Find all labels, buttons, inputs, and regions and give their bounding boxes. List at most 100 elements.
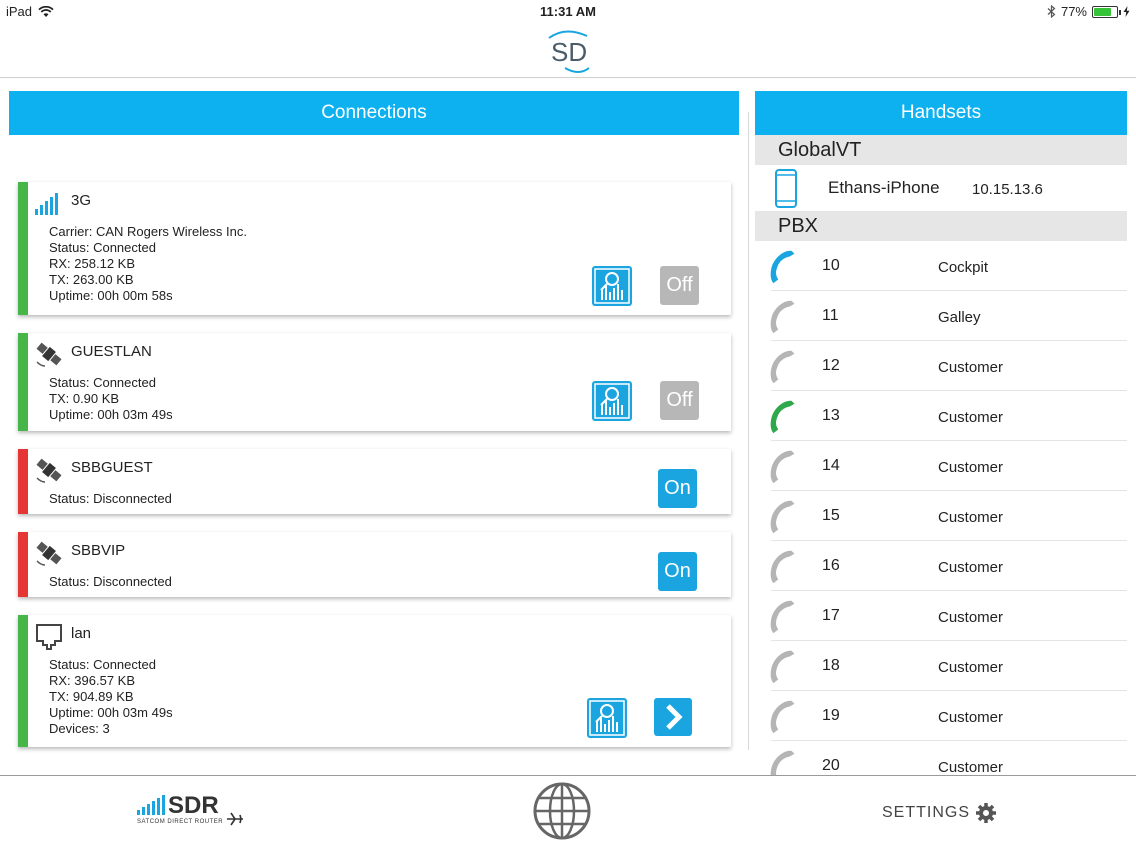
app-header: SD [0, 24, 1136, 78]
extension-row[interactable]: 12 Customer [770, 341, 1127, 391]
settings-button[interactable]: SETTINGS [882, 802, 997, 824]
extension-name: Customer [938, 659, 1004, 676]
stats-graph-button[interactable] [587, 698, 627, 738]
sdr-subtext: SATCOM DIRECT ROUTER [137, 819, 224, 825]
connection-name: 3G [71, 192, 92, 209]
phone-handset-icon [770, 300, 795, 334]
bottom-toolbar: SDR SATCOM DIRECT ROUTER SETTINGS [0, 775, 1136, 852]
extension-name: Cockpit [938, 259, 989, 276]
rx-text: RX: 396.57 KB [49, 673, 135, 688]
uptime-text: Uptime: 00h 00m 58s [49, 288, 173, 303]
satellite-icon [36, 458, 62, 483]
extension-name: Customer [938, 759, 1004, 775]
uptime-text: Uptime: 00h 03m 49s [49, 705, 173, 720]
details-arrow-button[interactable] [654, 698, 692, 736]
extension-row[interactable]: 19 Customer [770, 691, 1127, 741]
globe-icon[interactable] [532, 781, 592, 841]
status-bar-right: 77% [1047, 4, 1130, 19]
chart-magnify-icon [594, 383, 630, 419]
globalvt-section-header: GlobalVT [755, 135, 1127, 165]
global-device-row[interactable]: Ethans-iPhone 10.15.13.6 [755, 165, 1127, 211]
status-text: Status: Disconnected [49, 491, 172, 506]
phone-handset-icon [770, 650, 795, 684]
extension-row[interactable]: 18 Customer [770, 641, 1127, 691]
satellite-icon [36, 541, 62, 566]
connection-toggle-button[interactable]: Off [660, 381, 699, 420]
clock: 11:31 AM [540, 4, 596, 19]
status-text: Status: Connected [49, 657, 156, 672]
rx-text: RX: 258.12 KB [49, 256, 135, 271]
device-ip: 10.15.13.6 [972, 181, 1043, 198]
extension-name: Customer [938, 709, 1004, 726]
tx-text: TX: 263.00 KB [49, 272, 134, 287]
extension-number: 16 [822, 557, 840, 574]
connection-toggle-button[interactable]: On [658, 552, 697, 591]
extension-number: 17 [822, 607, 840, 624]
stats-graph-button[interactable] [592, 266, 632, 306]
chart-magnify-icon [594, 268, 630, 304]
connection-details: Status: Connected RX: 396.57 KB TX: 904.… [49, 657, 173, 737]
phone-handset-icon [770, 250, 795, 284]
connection-card-3g[interactable]: 3G Carrier: CAN Rogers Wireless Inc. Sta… [18, 182, 731, 315]
gear-icon [976, 803, 997, 823]
extension-row[interactable]: 14 Customer [770, 441, 1127, 491]
extension-row[interactable]: 15 Customer [770, 491, 1127, 541]
extension-number: 13 [822, 407, 840, 424]
phone-handset-icon [770, 450, 795, 484]
extension-row[interactable]: 11 Galley [770, 291, 1127, 341]
extension-name: Customer [938, 359, 1004, 376]
device-name: Ethans-iPhone [828, 178, 940, 197]
extension-number: 19 [822, 707, 840, 724]
chart-magnify-icon [589, 700, 625, 736]
charging-icon [1123, 6, 1130, 17]
extension-row[interactable]: 20 Customer [770, 741, 1127, 775]
status-text: Status: Disconnected [49, 574, 172, 589]
extension-row[interactable]: 10 Cockpit [770, 241, 1127, 291]
extension-number: 20 [822, 757, 840, 774]
connections-panel: Connections 3G Carrier: CAN Rogers Wirel… [9, 91, 739, 775]
pbx-section-header: PBX [755, 211, 1127, 241]
carrier-text: Carrier: CAN Rogers Wireless Inc. [49, 224, 247, 239]
extension-name: Customer [938, 459, 1004, 476]
connection-card-lan[interactable]: lan Status: Connected RX: 396.57 KB TX: … [18, 615, 731, 747]
connection-name: SBBVIP [71, 542, 126, 559]
extension-number: 14 [822, 457, 840, 474]
phone-handset-icon [770, 550, 795, 584]
connection-name: SBBGUEST [71, 459, 153, 476]
connection-card-sbbguest[interactable]: SBBGUEST Status: Disconnected On [18, 449, 731, 514]
connection-toggle-button[interactable]: Off [660, 266, 699, 305]
connection-card-sbbvip[interactable]: SBBVIP Status: Disconnected On [18, 532, 731, 597]
satellite-icon [36, 342, 62, 367]
status-text: Status: Connected [49, 375, 156, 390]
chevron-right-icon [666, 704, 683, 730]
sdr-logo[interactable]: SDR SATCOM DIRECT ROUTER [136, 792, 246, 830]
cellular-signal-icon [35, 193, 58, 215]
connection-toggle-button[interactable]: On [658, 469, 697, 508]
connection-name: GUESTLAN [71, 343, 152, 360]
settings-label: SETTINGS [882, 804, 971, 821]
extension-name: Customer [938, 609, 1004, 626]
sd-logo: SD [548, 30, 590, 73]
connection-card-guestlan[interactable]: GUESTLAN Status: Connected TX: 0.90 KB U… [18, 333, 731, 431]
uptime-text: Uptime: 00h 03m 49s [49, 407, 173, 422]
signal-bars-icon [137, 795, 165, 815]
connections-header: Connections [9, 91, 739, 135]
extension-number: 18 [822, 657, 840, 674]
extension-number: 11 [822, 307, 839, 324]
extension-name: Galley [938, 309, 981, 326]
stats-graph-button[interactable] [592, 381, 632, 421]
phone-handset-icon [770, 750, 795, 775]
handsets-header: Handsets [755, 91, 1127, 135]
extension-number: 15 [822, 507, 840, 524]
extension-row[interactable]: 16 Customer [770, 541, 1127, 591]
ethernet-port-icon [36, 624, 62, 650]
extension-row[interactable]: 17 Customer [770, 591, 1127, 641]
panel-divider [748, 112, 749, 750]
connection-details: Status: Connected TX: 0.90 KB Uptime: 00… [49, 375, 173, 423]
connection-details: Status: Disconnected [49, 574, 172, 590]
phone-handset-icon [770, 600, 795, 634]
battery-percent: 77% [1060, 4, 1087, 19]
svg-text:SD: SD [551, 37, 587, 67]
extension-row[interactable]: 13 Customer [770, 391, 1127, 441]
tx-text: TX: 0.90 KB [49, 391, 120, 406]
